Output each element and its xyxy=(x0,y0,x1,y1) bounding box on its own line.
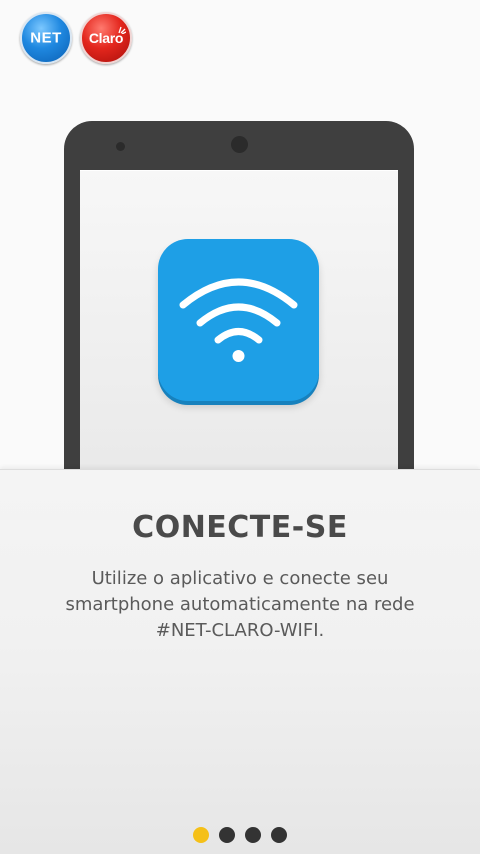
wifi-app-tile xyxy=(158,239,319,401)
phone-sensor xyxy=(116,142,125,151)
wifi-icon xyxy=(179,278,298,362)
page-dot-3[interactable] xyxy=(245,827,261,843)
onboarding-info-panel: CONECTE-SE Utilize o aplicativo e conect… xyxy=(0,469,480,854)
page-dot-2[interactable] xyxy=(219,827,235,843)
phone-camera xyxy=(231,136,248,153)
net-logo-text: NET xyxy=(30,29,62,47)
onboarding-illustration-area: NET Claro xyxy=(0,0,480,470)
claro-spark-icon xyxy=(118,26,126,34)
page-description: Utilize o aplicativo e conecte seu smart… xyxy=(65,568,415,641)
net-logo: NET xyxy=(20,12,72,64)
page-dot-1[interactable] xyxy=(193,827,209,843)
page-title: CONECTE-SE xyxy=(132,510,348,545)
claro-logo: Claro xyxy=(80,12,132,64)
page-dot-4[interactable] xyxy=(271,827,287,843)
page-indicator xyxy=(0,827,480,843)
